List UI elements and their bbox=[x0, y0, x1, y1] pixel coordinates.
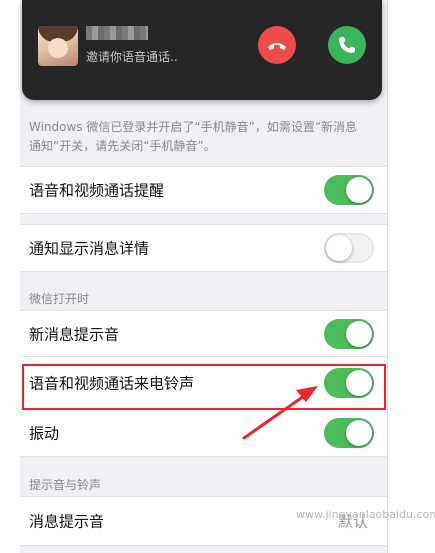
call-status-text: 邀请你语音通话.. bbox=[86, 50, 178, 64]
accept-call-button[interactable] bbox=[328, 26, 366, 64]
incoming-call-banner[interactable]: 邀请你语音通话.. bbox=[22, 0, 382, 100]
phone-icon bbox=[339, 37, 355, 53]
decline-call-button[interactable] bbox=[258, 26, 296, 64]
caller-avatar bbox=[38, 26, 78, 66]
hang-up-icon bbox=[268, 43, 286, 50]
watermark: www.jingyanlaobaidu.com bbox=[296, 508, 435, 521]
caller-name-blurred bbox=[86, 26, 148, 40]
